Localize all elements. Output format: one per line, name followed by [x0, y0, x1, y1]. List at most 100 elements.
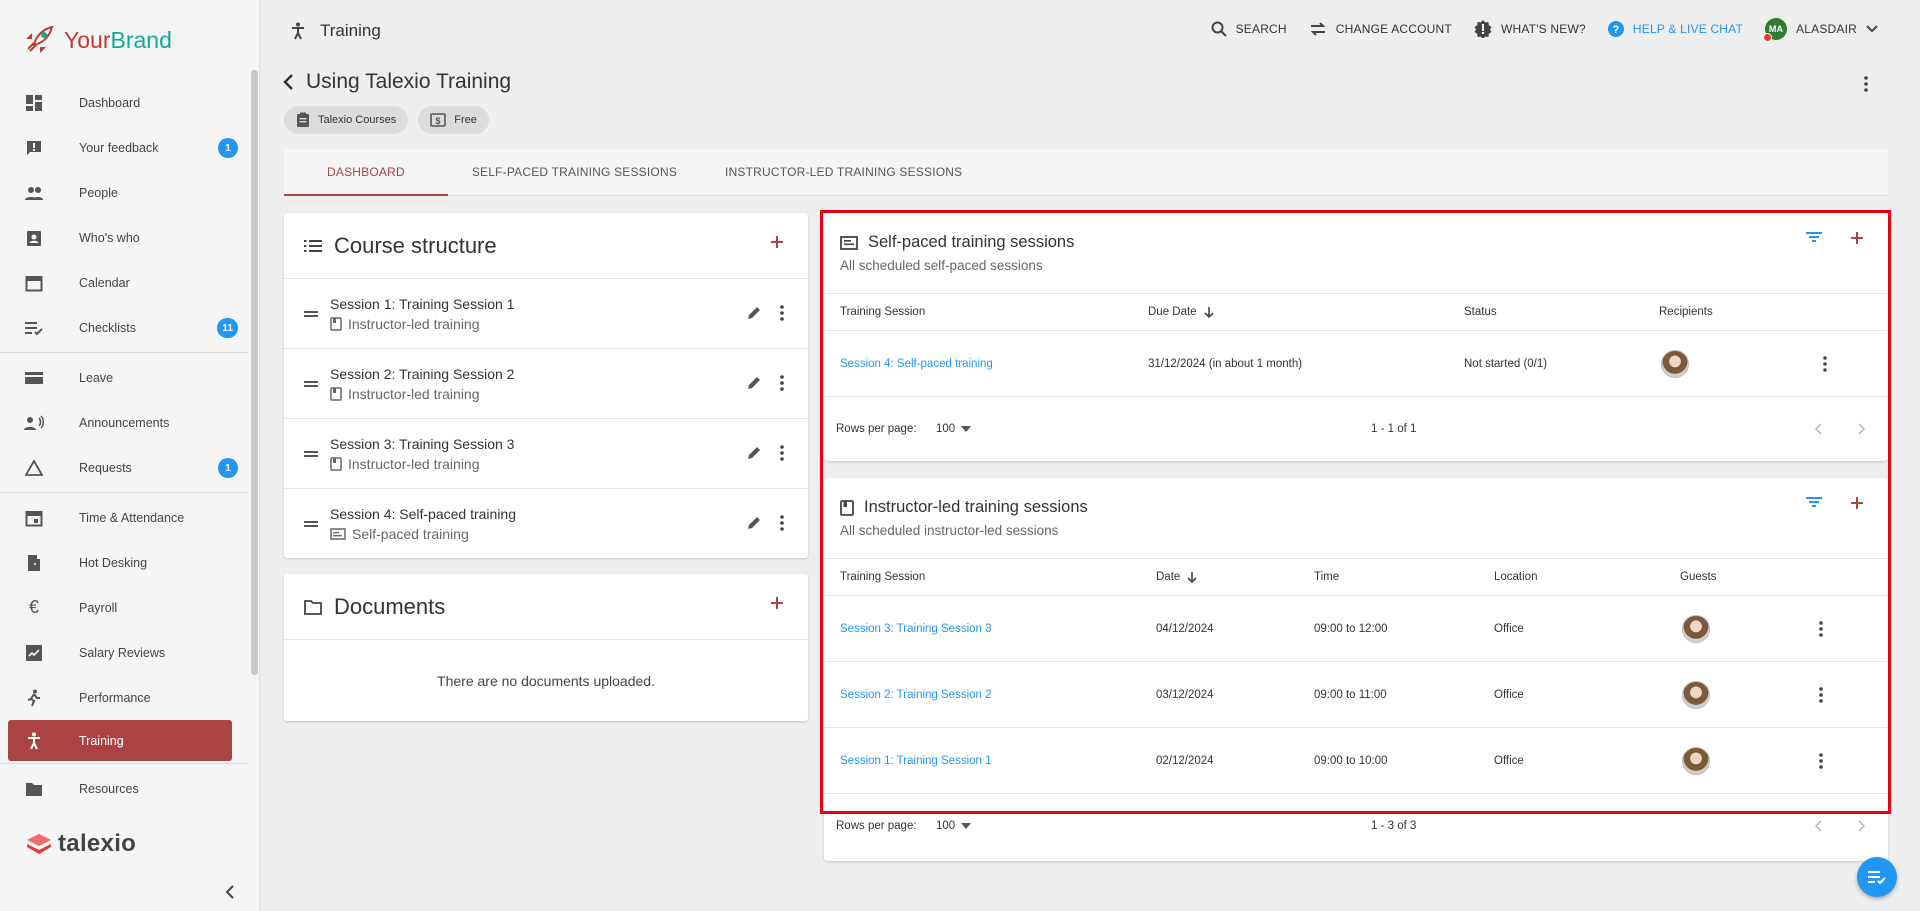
sidebar-item-requests[interactable]: Requests 1 — [0, 445, 248, 490]
self-paced-table-header: Training Session Due Date Status Recipie… — [824, 293, 1888, 331]
more-icon[interactable] — [1819, 752, 1823, 769]
folder-icon — [24, 779, 44, 799]
prev-page-icon[interactable] — [1814, 819, 1822, 832]
screen-icon — [840, 235, 858, 250]
sort-down-icon — [1187, 572, 1197, 583]
tab-self-paced[interactable]: SELF-PACED TRAINING SESSIONS — [448, 149, 701, 195]
dropdown-icon — [961, 822, 972, 829]
tab-instructor-led[interactable]: INSTRUCTOR-LED TRAINING SESSIONS — [701, 149, 986, 195]
session-link[interactable]: Session 4: Self-paced training — [840, 358, 993, 370]
sidebar-item-whos-who[interactable]: Who's who — [0, 215, 248, 260]
brand-logo[interactable]: YourBrand — [0, 0, 259, 80]
filter-icon[interactable] — [1806, 496, 1822, 508]
drag-handle-icon[interactable] — [304, 310, 318, 318]
chevron-down-icon — [1866, 25, 1878, 33]
self-paced-pagination: Rows per page: 100 1 - 1 of 1 — [824, 397, 1888, 460]
edit-icon[interactable] — [746, 515, 762, 531]
back-arrow-icon[interactable] — [282, 73, 294, 91]
sidebar-item-leave[interactable]: Leave — [0, 355, 248, 400]
add-instructor-led-icon[interactable] — [1850, 496, 1864, 510]
more-icon[interactable] — [780, 305, 784, 321]
sidebar-item-performance[interactable]: Performance — [0, 675, 248, 720]
change-account-button[interactable]: CHANGE ACCOUNT — [1309, 21, 1452, 37]
contact-badge-icon — [24, 228, 44, 248]
page-more-icon[interactable] — [1864, 76, 1868, 95]
user-avatar: MA — [1763, 18, 1788, 42]
next-page-icon[interactable] — [1858, 819, 1866, 832]
announcement-icon — [24, 413, 44, 433]
session-link[interactable]: Session 2: Training Session 2 — [840, 689, 992, 701]
drag-handle-icon[interactable] — [304, 520, 318, 528]
table-row[interactable]: Session 2: Training Session 2 03/12/2024… — [824, 662, 1888, 728]
checklist-fab[interactable] — [1857, 857, 1897, 897]
more-icon[interactable] — [1819, 620, 1823, 637]
tab-bar: DASHBOARD SELF-PACED TRAINING SESSIONS I… — [284, 149, 1888, 196]
avatar[interactable] — [1682, 680, 1710, 709]
sidebar-item-resources[interactable]: Resources — [0, 766, 248, 811]
course-session-item[interactable]: Session 4: Self-paced training Self-pace… — [284, 489, 808, 559]
edit-icon[interactable] — [746, 445, 762, 461]
more-icon[interactable] — [780, 515, 784, 531]
time-attendance-icon — [24, 508, 44, 528]
talexio-logo: talexio — [26, 830, 136, 858]
add-self-paced-icon[interactable] — [1850, 231, 1864, 245]
user-menu[interactable]: MA ALASDAIR — [1763, 18, 1878, 42]
search-button[interactable]: SEARCH — [1211, 21, 1287, 37]
sidebar-item-hot-desking[interactable]: Hot Desking — [0, 540, 248, 585]
table-row[interactable]: Session 3: Training Session 3 04/12/2024… — [824, 596, 1888, 662]
checklist-icon — [1868, 871, 1886, 885]
sidebar-item-dashboard[interactable]: Dashboard — [0, 80, 248, 125]
people-icon — [24, 183, 44, 203]
sidebar-item-time-attendance[interactable]: Time & Attendance — [0, 495, 248, 540]
date-column[interactable]: Date — [1156, 571, 1198, 583]
sidebar-item-people[interactable]: People — [0, 170, 248, 215]
more-icon[interactable] — [780, 375, 784, 391]
next-page-icon[interactable] — [1858, 422, 1866, 435]
calendar-icon — [24, 273, 44, 293]
sidebar-item-calendar[interactable]: Calendar — [0, 260, 248, 305]
collapse-sidebar-icon[interactable] — [220, 882, 240, 902]
drag-handle-icon[interactable] — [304, 450, 318, 458]
session-link[interactable]: Session 3: Training Session 3 — [840, 623, 992, 635]
add-document-icon[interactable] — [770, 596, 784, 610]
table-row[interactable]: Session 1: Training Session 1 02/12/2024… — [824, 728, 1888, 794]
avatar[interactable] — [1661, 349, 1689, 378]
course-session-item[interactable]: Session 3: Training Session 3 Instructor… — [284, 419, 808, 489]
course-session-item[interactable]: Session 2: Training Session 2 Instructor… — [284, 349, 808, 419]
rows-per-page-select[interactable]: 100 — [936, 820, 972, 832]
more-icon[interactable] — [1823, 355, 1827, 372]
avatar[interactable] — [1682, 746, 1710, 775]
sidebar-item-salary-reviews[interactable]: Salary Reviews — [0, 630, 248, 675]
sidebar-item-your-feedback[interactable]: Your feedback 1 — [0, 125, 248, 170]
add-session-icon[interactable] — [770, 235, 784, 249]
avatar[interactable] — [1682, 614, 1710, 643]
course-session-item[interactable]: Session 1: Training Session 1 Instructor… — [284, 279, 808, 349]
instructor-led-sessions-card: Instructor-led training sessions All sch… — [824, 478, 1888, 861]
sidebar-item-training[interactable]: Training — [8, 720, 232, 761]
search-icon — [1211, 21, 1227, 37]
section-title: Training — [290, 21, 381, 41]
sidebar-item-checklists[interactable]: Checklists 11 — [0, 305, 248, 350]
filter-icon[interactable] — [1806, 231, 1822, 243]
session-link[interactable]: Session 1: Training Session 1 — [840, 755, 992, 767]
help-icon: ? — [1607, 21, 1624, 37]
rows-per-page-select[interactable]: 100 — [936, 423, 972, 435]
whats-new-button[interactable]: WHAT'S NEW? — [1474, 20, 1586, 38]
sidebar-item-payroll[interactable]: € Payroll — [0, 585, 248, 630]
drag-handle-icon[interactable] — [304, 380, 318, 388]
due-date-column[interactable]: Due Date — [1148, 306, 1215, 318]
edit-icon[interactable] — [746, 305, 762, 321]
divider — [0, 763, 248, 764]
tab-dashboard[interactable]: DASHBOARD — [284, 149, 448, 196]
more-icon[interactable] — [1819, 686, 1823, 703]
edit-icon[interactable] — [746, 375, 762, 391]
sidebar-scrollbar[interactable] — [251, 70, 258, 675]
table-row[interactable]: Session 4: Self-paced training 31/12/202… — [824, 331, 1888, 397]
feedback-icon — [24, 138, 44, 158]
sidebar-item-announcements[interactable]: Announcements — [0, 400, 248, 445]
help-live-chat-button[interactable]: ? HELP & LIVE CHAT — [1607, 21, 1743, 37]
prev-page-icon[interactable] — [1814, 422, 1822, 435]
list-icon — [304, 239, 322, 252]
more-icon[interactable] — [780, 445, 784, 461]
dollar-icon: $ — [430, 113, 447, 127]
